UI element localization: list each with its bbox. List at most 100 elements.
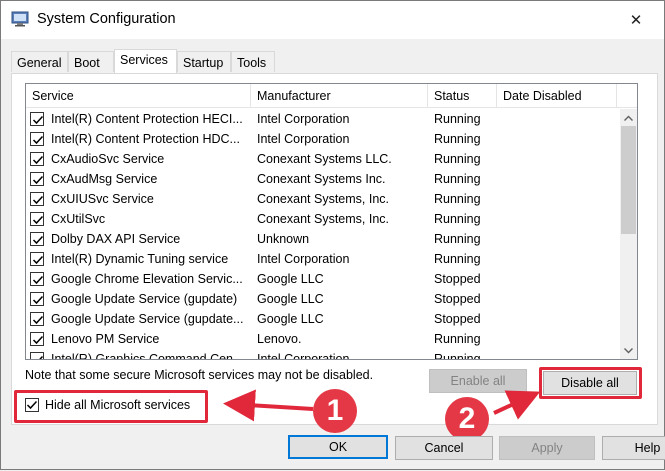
service-name: Dolby DAX API Service <box>51 232 181 246</box>
annotation-badge-2: 2 <box>445 397 489 441</box>
service-status: Running <box>434 212 481 226</box>
tab-tools[interactable]: Tools <box>231 51 275 72</box>
service-checkbox[interactable] <box>30 312 44 326</box>
services-list[interactable]: Service Manufacturer Status Date Disable… <box>25 83 638 360</box>
scroll-thumb[interactable] <box>621 126 636 234</box>
checkmark-icon <box>32 195 44 205</box>
checkmark-icon <box>32 275 44 285</box>
service-manufacturer: Google LLC <box>257 272 324 286</box>
service-checkbox[interactable] <box>30 332 44 346</box>
checkmark-icon <box>39 355 44 359</box>
column-manufacturer[interactable]: Manufacturer <box>251 84 428 108</box>
service-manufacturer: Google LLC <box>257 292 324 306</box>
help-button[interactable]: Help <box>602 436 665 460</box>
table-row[interactable]: Google Update Service (gupdate... Google … <box>26 309 620 329</box>
list-rows: Intel(R) Content Protection HECI... Intel… <box>26 109 620 360</box>
title-bar: System Configuration ✕ <box>1 1 664 39</box>
service-manufacturer: Conexant Systems Inc. <box>257 172 386 186</box>
table-row[interactable]: Dolby DAX API Service Unknown Running <box>26 229 620 249</box>
table-row[interactable]: Google Chrome Elevation Servic... Google … <box>26 269 620 289</box>
service-name: Intel(R) Content Protection HECI... <box>51 112 243 126</box>
ok-button[interactable]: OK <box>288 435 388 459</box>
tab-startup[interactable]: Startup <box>177 51 231 72</box>
table-row[interactable]: Intel(R) Graphics Command Cen... Intel Co… <box>26 349 620 360</box>
apply-button[interactable]: Apply <box>499 436 595 460</box>
column-date-disabled[interactable]: Date Disabled <box>497 84 617 108</box>
service-checkbox[interactable] <box>30 172 44 186</box>
service-status: Running <box>434 132 481 146</box>
tab-general[interactable]: General <box>11 51 68 72</box>
column-service[interactable]: Service <box>26 84 251 108</box>
service-manufacturer: Intel Corporation <box>257 252 350 266</box>
service-manufacturer: Intel Corporation <box>257 112 350 126</box>
close-icon: ✕ <box>629 12 643 29</box>
service-checkbox[interactable] <box>30 152 44 166</box>
service-manufacturer: Intel Corporation <box>257 352 350 360</box>
system-configuration-window: System Configuration ✕ General Boot Serv… <box>0 0 665 470</box>
table-row[interactable]: Intel(R) Content Protection HECI... Intel… <box>26 109 620 129</box>
checkmark-icon <box>32 255 44 265</box>
close-button[interactable]: ✕ <box>618 5 654 35</box>
service-status: Running <box>434 252 481 266</box>
annotation-badge-1: 1 <box>313 389 357 433</box>
table-row[interactable]: Intel(R) Content Protection HDC... Intel … <box>26 129 620 149</box>
service-checkbox[interactable] <box>30 132 44 146</box>
scroll-down-button[interactable] <box>620 342 637 359</box>
enable-all-button[interactable]: Enable all <box>429 369 527 393</box>
service-manufacturer: Lenovo. <box>257 332 302 346</box>
service-manufacturer: Intel Corporation <box>257 132 350 146</box>
service-manufacturer: Google LLC <box>257 312 324 326</box>
service-checkbox[interactable] <box>30 272 44 286</box>
list-header: Service Manufacturer Status Date Disable… <box>26 84 637 108</box>
vertical-scrollbar[interactable] <box>620 109 637 359</box>
service-name: Intel(R) Dynamic Tuning service <box>51 252 229 266</box>
checkmark-icon <box>32 115 44 125</box>
service-checkbox[interactable] <box>30 352 44 359</box>
tab-services[interactable]: Services <box>114 49 177 73</box>
service-status: Running <box>434 232 481 246</box>
service-name: Google Update Service (gupdate... <box>51 312 244 326</box>
system-configuration-app-icon <box>11 11 29 27</box>
table-row[interactable]: CxAudMsg Service Conexant Systems Inc. Run… <box>26 169 620 189</box>
service-status: Running <box>434 332 481 346</box>
table-row[interactable]: Lenovo PM Service Lenovo. Running <box>26 329 620 349</box>
service-name: Google Update Service (gupdate) <box>51 292 238 306</box>
service-status: Stopped <box>434 292 481 306</box>
service-checkbox[interactable] <box>30 112 44 126</box>
table-row[interactable]: CxAudioSvc Service Conexant Systems LLC. R… <box>26 149 620 169</box>
service-status: Running <box>434 152 481 166</box>
service-checkbox[interactable] <box>30 292 44 306</box>
table-row[interactable]: Intel(R) Dynamic Tuning service Intel Cor… <box>26 249 620 269</box>
service-manufacturer: Conexant Systems LLC. <box>257 152 392 166</box>
checkmark-icon <box>32 155 44 165</box>
note-text: Note that some secure Microsoft services… <box>25 368 374 382</box>
scroll-up-button[interactable] <box>620 109 637 126</box>
column-status[interactable]: Status <box>428 84 497 108</box>
service-checkbox[interactable] <box>30 232 44 246</box>
service-name: Google Chrome Elevation Servic... <box>51 272 243 286</box>
service-checkbox[interactable] <box>30 212 44 226</box>
service-name: Intel(R) Content Protection HDC... <box>51 132 240 146</box>
checkmark-icon <box>32 295 44 305</box>
service-manufacturer: Conexant Systems, Inc. <box>257 212 390 226</box>
service-status: Running <box>434 112 481 126</box>
chevron-up-icon <box>624 115 633 121</box>
table-row[interactable]: CxUIUSvc Service Conexant Systems, Inc. Ru… <box>26 189 620 209</box>
service-name: Intel(R) Graphics Command Cen... <box>51 352 244 360</box>
service-checkbox[interactable] <box>30 252 44 266</box>
service-name: CxAudMsg Service <box>51 172 158 186</box>
checkmark-icon <box>32 235 44 245</box>
cancel-button[interactable]: Cancel <box>395 436 493 460</box>
service-name: Lenovo PM Service <box>51 332 160 346</box>
table-row[interactable]: Google Update Service (gupdate) Google LL… <box>26 289 620 309</box>
highlight-box-hide-services <box>14 390 208 423</box>
service-status: Running <box>434 172 481 186</box>
service-name: CxUtilSvc <box>51 212 106 226</box>
highlight-box-disable-all <box>539 367 642 399</box>
service-checkbox[interactable] <box>30 192 44 206</box>
table-row[interactable]: CxUtilSvc Conexant Systems, Inc. Running <box>26 209 620 229</box>
tab-boot[interactable]: Boot <box>68 51 114 72</box>
service-name: CxUIUSvc Service <box>51 192 154 206</box>
service-status: Stopped <box>434 272 481 286</box>
checkmark-icon <box>32 315 44 325</box>
